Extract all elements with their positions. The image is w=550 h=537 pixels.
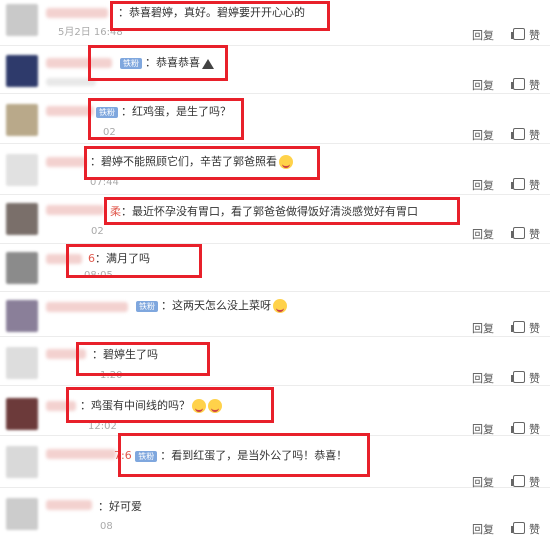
fan-badge: 铁粉 xyxy=(120,57,142,69)
username-fragment[interactable]: 7:6 xyxy=(114,449,132,462)
avatar[interactable] xyxy=(6,347,38,379)
comment-text: 7:6 铁粉 ：看到红蛋了，是当外公了吗！恭喜！ xyxy=(114,449,348,462)
like-button[interactable]: 赞 xyxy=(511,77,540,93)
reply-button[interactable]: 回复 xyxy=(472,370,494,386)
thumbs-up-icon xyxy=(511,78,525,90)
username[interactable] xyxy=(46,254,82,264)
like-button[interactable]: 赞 xyxy=(511,27,540,43)
comment-time: 02 xyxy=(91,226,104,237)
reply-button[interactable]: 回复 xyxy=(472,77,494,93)
fan-badge: 铁粉 xyxy=(96,106,118,118)
avatar[interactable] xyxy=(6,4,38,36)
comment-time xyxy=(46,78,96,86)
comment-time: 5月2日 16:48 xyxy=(58,27,123,38)
witch-hat-emoji-icon xyxy=(202,57,214,69)
comment-text: ：恭喜碧婷，真好。碧婷要开开心心的 xyxy=(118,6,305,19)
comment-time: 07:44 xyxy=(90,177,119,188)
comment-time: 02 xyxy=(103,127,116,138)
comment-list: ：恭喜碧婷，真好。碧婷要开开心心的 5月2日 16:48 回复 赞 铁粉 ：恭喜恭… xyxy=(0,0,550,537)
thumbs-up-icon xyxy=(511,522,525,534)
thumbs-up-icon xyxy=(511,321,525,333)
comment-row: ：碧婷不能照顾它们，辛苦了郭爸照看 07:44 回复 赞 xyxy=(0,144,550,195)
reply-button[interactable]: 回复 xyxy=(472,320,494,336)
thumbs-up-icon xyxy=(511,422,525,434)
comment-time: 12:02 xyxy=(88,421,117,432)
comment-row: 6：满月了吗 08:05 xyxy=(0,244,550,292)
comment-time: 08 xyxy=(100,521,113,532)
reply-button[interactable]: 回复 xyxy=(472,127,494,143)
avatar[interactable] xyxy=(6,300,38,332)
username[interactable] xyxy=(46,401,76,411)
reply-button[interactable]: 回复 xyxy=(472,421,494,437)
comment-row: 柔：最近怀孕没有胃口，看了郭爸爸做得饭好清淡感觉好有胃口 02 回复 赞 xyxy=(0,195,550,244)
avatar[interactable] xyxy=(6,498,38,530)
comment-text: ：碧婷不能照顾它们，辛苦了郭爸照看 xyxy=(90,155,293,169)
avatar[interactable] xyxy=(6,154,38,186)
avatar[interactable] xyxy=(6,55,38,87)
reply-button[interactable]: 回复 xyxy=(472,521,494,537)
thumbs-up-icon xyxy=(511,475,525,487)
comment-row: 铁粉 ：这两天怎么没上菜呀 回复 赞 xyxy=(0,292,550,337)
avatar[interactable] xyxy=(6,398,38,430)
username[interactable] xyxy=(46,106,94,116)
reply-button[interactable]: 回复 xyxy=(472,226,494,242)
avatar[interactable] xyxy=(6,104,38,136)
username[interactable] xyxy=(46,449,116,459)
username[interactable] xyxy=(46,58,112,68)
comment-text: 6：满月了吗 xyxy=(88,252,150,265)
like-button[interactable]: 赞 xyxy=(511,226,540,242)
comment-row: ：碧婷生了吗 1:20 回复 赞 xyxy=(0,337,550,386)
fan-badge: 铁粉 xyxy=(136,300,158,312)
avatar[interactable] xyxy=(6,446,38,478)
comment-row: ：鸡蛋有中间线的吗？ 12:02 回复 赞 xyxy=(0,386,550,436)
comment-text: 铁粉 ：恭喜恭喜 xyxy=(120,56,214,70)
like-button[interactable]: 赞 xyxy=(511,421,540,437)
comment-time: 1:20 xyxy=(100,370,123,381)
comment-text: 柔：最近怀孕没有胃口，看了郭爸爸做得饭好清淡感觉好有胃口 xyxy=(110,205,418,218)
comment-text: ：碧婷生了吗 xyxy=(92,348,158,361)
username[interactable] xyxy=(46,302,128,312)
comment-row: 7:6 铁粉 ：看到红蛋了，是当外公了吗！恭喜！ 回复 赞 xyxy=(0,436,550,489)
comment-text: 铁粉 ：红鸡蛋，是生了吗？ xyxy=(96,105,231,119)
like-button[interactable]: 赞 xyxy=(511,320,540,336)
laughing-emoji-icon xyxy=(192,399,206,413)
thumbs-up-icon xyxy=(511,227,525,239)
comment-text: 铁粉 ：这两天怎么没上菜呀 xyxy=(136,299,287,313)
tongue-emoji-icon xyxy=(273,299,287,313)
fan-badge: 铁粉 xyxy=(135,450,158,462)
username-fragment[interactable]: 柔 xyxy=(110,205,121,218)
thumbs-up-icon xyxy=(511,178,525,190)
username[interactable] xyxy=(46,500,92,510)
laughing-emoji-icon xyxy=(208,399,222,413)
avatar[interactable] xyxy=(6,203,38,235)
username[interactable] xyxy=(46,8,108,18)
username[interactable] xyxy=(46,157,86,167)
like-button[interactable]: 赞 xyxy=(511,521,540,537)
reply-button[interactable]: 回复 xyxy=(472,177,494,193)
comment-row: ：好可爱 08 回复 赞 xyxy=(0,488,550,537)
username-fragment[interactable]: 6 xyxy=(88,252,95,265)
comment-row: 铁粉 ：恭喜恭喜 回复 赞 xyxy=(0,46,550,94)
reply-button[interactable]: 回复 xyxy=(472,27,494,43)
comment-time: 08:05 xyxy=(84,270,113,281)
thumbs-up-icon xyxy=(511,371,525,383)
username[interactable] xyxy=(46,349,86,359)
comment-row: ：恭喜碧婷，真好。碧婷要开开心心的 5月2日 16:48 回复 赞 xyxy=(0,0,550,46)
username[interactable] xyxy=(46,205,104,215)
avatar[interactable] xyxy=(6,252,38,284)
comment-row: 铁粉 ：红鸡蛋，是生了吗？ 02 回复 赞 xyxy=(0,94,550,144)
like-button[interactable]: 赞 xyxy=(511,370,540,386)
like-button[interactable]: 赞 xyxy=(511,127,540,143)
comment-text: ：鸡蛋有中间线的吗？ xyxy=(80,399,222,413)
grinning-emoji-icon xyxy=(279,155,293,169)
like-button[interactable]: 赞 xyxy=(511,177,540,193)
comment-text: ：好可爱 xyxy=(98,500,142,513)
thumbs-up-icon xyxy=(511,28,525,40)
thumbs-up-icon xyxy=(511,128,525,140)
